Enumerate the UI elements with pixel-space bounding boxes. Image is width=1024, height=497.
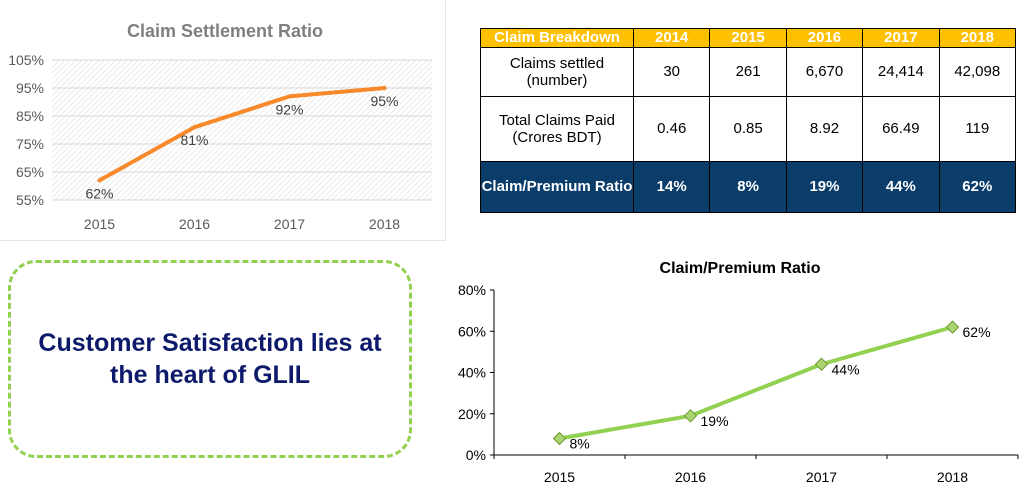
data-point bbox=[192, 125, 197, 130]
data-label: 95% bbox=[370, 93, 398, 109]
data-label: 8% bbox=[570, 436, 590, 452]
data-label: 92% bbox=[275, 101, 303, 117]
x-tick-label: 2015 bbox=[84, 216, 115, 232]
row-label: Claims settled (number) bbox=[480, 46, 634, 97]
table-cell: 261 bbox=[709, 46, 787, 97]
x-tick-label: 2016 bbox=[675, 469, 706, 485]
table-header-cell: 2018 bbox=[938, 28, 1017, 48]
claim-premium-chart: Claim/Premium Ratio 0% 20% 40% 60% 80% 2015 201… bbox=[458, 260, 1019, 485]
data-point bbox=[382, 86, 387, 90]
diamond-marker bbox=[814, 357, 829, 371]
x-tick-label: 2015 bbox=[544, 469, 575, 485]
y-tick-label: 80% bbox=[458, 282, 486, 298]
table-cell: 0.46 bbox=[632, 95, 711, 162]
y-tick-label: 40% bbox=[458, 365, 486, 381]
data-label: 44% bbox=[832, 361, 860, 377]
diamond-marker bbox=[683, 409, 698, 423]
x-tick-label: 2017 bbox=[274, 216, 305, 232]
y-tick-label: 65% bbox=[16, 164, 44, 180]
data-label: 62% bbox=[963, 324, 991, 340]
table-header-cell: 2015 bbox=[709, 28, 787, 48]
claim-breakdown-table: Claim Breakdown 2014 2015 2016 2017 2018… bbox=[480, 28, 1017, 214]
y-tick-label: 105% bbox=[8, 52, 44, 68]
table-row: Total Claims Paid (Crores BDT) 0.46 0.85… bbox=[480, 95, 1017, 162]
table-header-cell: 2017 bbox=[862, 28, 940, 48]
x-tick-label: 2018 bbox=[937, 469, 968, 485]
table-cell: 8.92 bbox=[785, 95, 864, 162]
table-header-row: Claim Breakdown 2014 2015 2016 2017 2018 bbox=[480, 28, 1017, 48]
x-tick-label: 2017 bbox=[806, 469, 837, 485]
y-tick-label: 20% bbox=[458, 406, 486, 422]
diamond-marker bbox=[552, 431, 567, 446]
y-tick-label: 85% bbox=[16, 108, 44, 124]
customer-satisfaction-callout: Customer Satisfaction lies at the heart … bbox=[8, 260, 412, 458]
table-cell: 8% bbox=[709, 160, 787, 214]
claim-premium-chart-panel: Claim/Premium Ratio 0% 20% 40% 60% 80% 2015 201… bbox=[440, 248, 1024, 492]
table-cell: 19% bbox=[785, 160, 864, 214]
table-cell: 42,098 bbox=[938, 46, 1017, 97]
y-tick-label: 60% bbox=[458, 323, 486, 339]
table-cell: 0.85 bbox=[709, 95, 787, 162]
claim-settlement-chart-panel: Claim Settlement Ratio 55% 65% 75% 85% 95% 105… bbox=[0, 0, 446, 241]
plot-area bbox=[52, 60, 432, 200]
table-header-cell: 2014 bbox=[632, 28, 711, 48]
table-cell: 6,670 bbox=[785, 46, 864, 97]
table-cell: 62% bbox=[938, 160, 1017, 214]
table-cell: 30 bbox=[632, 46, 711, 97]
table-header-cell: Claim Breakdown bbox=[480, 28, 634, 48]
x-tick-label: 2018 bbox=[369, 216, 400, 232]
y-tick-label: 95% bbox=[16, 80, 44, 96]
table-row: Claims settled (number) 30 261 6,670 24,… bbox=[480, 46, 1017, 97]
data-point bbox=[287, 94, 292, 99]
diamond-marker bbox=[945, 320, 960, 334]
y-tick-label: 75% bbox=[16, 136, 44, 152]
y-tick-label: 0% bbox=[466, 447, 486, 463]
table-cell: 44% bbox=[862, 160, 940, 214]
table-cell: 24,414 bbox=[862, 46, 940, 97]
x-tick-label: 2016 bbox=[179, 216, 210, 232]
data-label: 62% bbox=[85, 185, 113, 201]
table-cell: 66.49 bbox=[862, 95, 940, 162]
chart-title: Claim/Premium Ratio bbox=[660, 260, 821, 277]
data-label: 81% bbox=[180, 132, 208, 148]
table-cell: 14% bbox=[632, 160, 711, 214]
row-label: Total Claims Paid (Crores BDT) bbox=[480, 95, 634, 162]
callout-text: Customer Satisfaction lies at the heart … bbox=[38, 329, 382, 389]
chart-title: Claim Settlement Ratio bbox=[127, 21, 323, 41]
row-label: Claim/Premium Ratio bbox=[480, 160, 634, 214]
table-header-cell: 2016 bbox=[785, 28, 864, 48]
data-label: 19% bbox=[701, 413, 729, 429]
table-row-highlight: Claim/Premium Ratio 14% 8% 19% 44% 62% bbox=[480, 160, 1017, 214]
y-tick-label: 55% bbox=[16, 192, 44, 208]
series-line bbox=[559, 325, 954, 441]
table-cell: 119 bbox=[938, 95, 1017, 162]
data-point bbox=[97, 178, 102, 183]
claim-settlement-chart: Claim Settlement Ratio 55% 65% 75% 85% 95% 105… bbox=[8, 21, 432, 232]
